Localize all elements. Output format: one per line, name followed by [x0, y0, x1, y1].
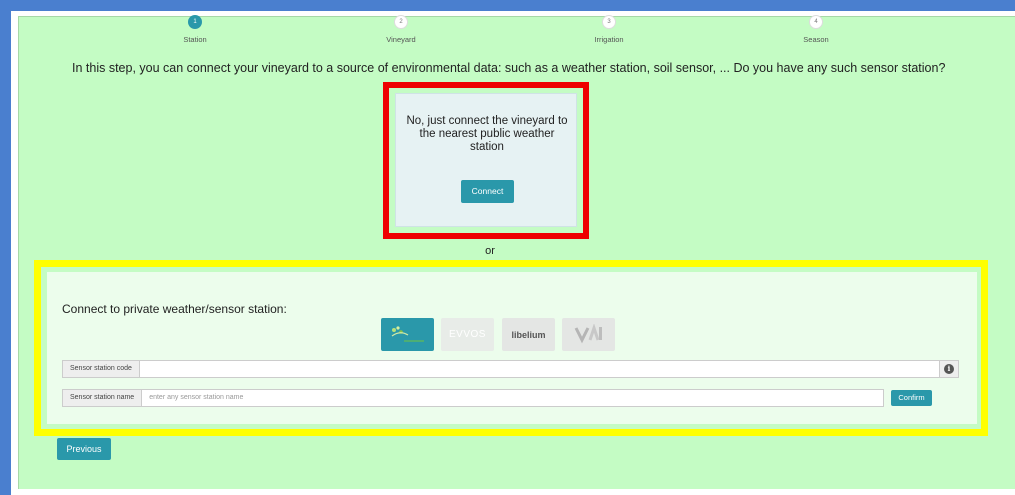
- public-station-message: No, just connect the vineyard to the nea…: [406, 115, 568, 153]
- step-number-badge: 4: [809, 15, 823, 29]
- step-station[interactable]: 1 Station: [135, 15, 255, 44]
- provider-logo-fourth[interactable]: [562, 318, 615, 351]
- step-number-badge: 2: [394, 15, 408, 29]
- confirm-button[interactable]: Confirm: [891, 390, 932, 406]
- connect-button[interactable]: Connect: [461, 180, 514, 203]
- step-label: Vineyard: [386, 35, 416, 44]
- info-icon: i: [944, 364, 954, 374]
- provider-logo-evvos[interactable]: EVVOS: [441, 318, 494, 351]
- step-number-badge: 3: [602, 15, 616, 29]
- step-irrigation[interactable]: 3 Irrigation: [549, 15, 669, 44]
- step-vineyard[interactable]: 2 Vineyard: [341, 15, 461, 44]
- station-name-field: Sensor station name enter any sensor sta…: [62, 389, 884, 407]
- intro-text: In this step, you can connect your viney…: [72, 61, 946, 75]
- step-season[interactable]: 4 Season: [756, 15, 876, 44]
- provider-logo-libelium[interactable]: libelium: [502, 318, 555, 351]
- generic-provider-logo-icon: [574, 323, 602, 343]
- public-station-card: No, just connect the vineyard to the nea…: [395, 93, 577, 227]
- step-number-badge: 1: [188, 15, 202, 29]
- step-label: Station: [183, 35, 207, 44]
- or-separator: or: [485, 245, 495, 257]
- station-name-label: Sensor station name: [62, 389, 143, 407]
- provider-logo-vine-selected[interactable]: [381, 318, 434, 351]
- vine-logo-icon: [391, 325, 424, 342]
- step-label: Irrigation: [594, 35, 624, 44]
- station-code-input[interactable]: [139, 360, 940, 378]
- station-code-field: Sensor station code i: [62, 360, 959, 378]
- previous-button[interactable]: Previous: [57, 438, 111, 460]
- step-label: Season: [803, 35, 829, 44]
- provider-logo-text: EVVOS: [449, 329, 486, 340]
- provider-logo-text: libelium: [511, 329, 546, 340]
- station-code-label: Sensor station code: [62, 360, 140, 378]
- private-station-title: Connect to private weather/sensor statio…: [62, 302, 287, 316]
- station-name-input[interactable]: enter any sensor station name: [142, 389, 884, 407]
- station-code-info-addon[interactable]: i: [940, 360, 959, 378]
